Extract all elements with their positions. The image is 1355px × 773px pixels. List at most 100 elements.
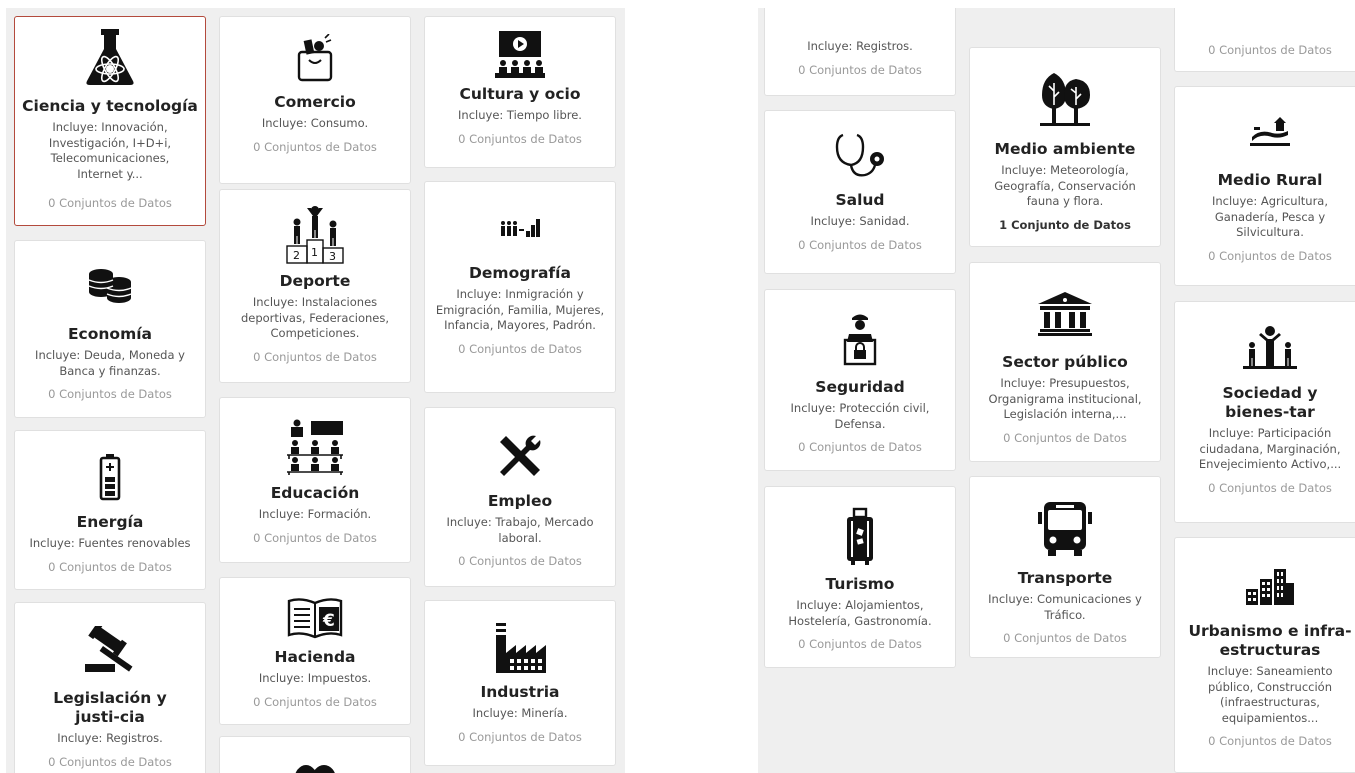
- svg-text:3: 3: [329, 250, 336, 263]
- card-description: Incluye: Presupuestos, Organigrama insti…: [988, 376, 1142, 421]
- card-description: Incluye: Inmigración y Emigración, Famil…: [435, 287, 605, 332]
- tools-icon: [425, 408, 615, 492]
- card-description: Incluye: Trabajo, Mercado laboral.: [446, 515, 594, 545]
- dataset-count: 0 Conjuntos de Datos: [253, 530, 377, 545]
- card-title: Hacienda: [274, 648, 356, 666]
- svg-text:1: 1: [311, 246, 318, 259]
- card-description: Incluye: Registros.: [807, 39, 913, 53]
- card-description: Incluye: Tiempo libre.: [458, 108, 582, 122]
- card-title: Economía: [67, 325, 153, 343]
- card-description: Incluye: Instalaciones deportivas, Feder…: [240, 295, 390, 340]
- trees-icon: [220, 737, 410, 773]
- card-ciencia-y-tecnologia[interactable]: Ciencia y tecnología Incluye: Innovación…: [14, 16, 206, 226]
- stethoscope-icon: [765, 111, 955, 191]
- card-energia[interactable]: Energía Incluye: Fuentes renovables 0 Co…: [14, 430, 206, 590]
- card-transporte[interactable]: Transporte Incluye: Comunicaciones y Trá…: [969, 476, 1161, 658]
- dataset-count: 0 Conjuntos de Datos: [1208, 43, 1332, 57]
- card-sector-publico[interactable]: Sector público Incluye: Presupuestos, Or…: [969, 262, 1161, 462]
- card-title: Medio Rural: [1217, 171, 1323, 189]
- card-demografia[interactable]: Demografía Incluye: Inmigración y Emigra…: [424, 181, 616, 393]
- card-legislacion-partial[interactable]: Incluye: Registros. 0 Conjuntos de Datos: [764, 8, 956, 96]
- dataset-count: 0 Conjuntos de Datos: [798, 637, 922, 651]
- euro-book-icon: €: [220, 578, 410, 648]
- dataset-count: 0 Conjuntos de Datos: [798, 440, 922, 454]
- card-title: Energía: [76, 513, 144, 531]
- category-grid-right: Incluye: Registros. 0 Conjuntos de Datos…: [758, 8, 1355, 773]
- cinema-icon: [425, 17, 615, 85]
- card-legislacion-y-justicia[interactable]: Legislación y justi-cia Incluye: Registr…: [14, 602, 206, 773]
- farm-icon: [1175, 87, 1355, 171]
- gavel-icon: [15, 603, 205, 689]
- dataset-count: 0 Conjuntos de Datos: [253, 349, 377, 364]
- svg-text:2: 2: [293, 249, 300, 262]
- card-economia[interactable]: Economía Incluye: Deuda, Moneda y Banca …: [14, 240, 206, 418]
- classroom-icon: [220, 398, 410, 484]
- svg-text:€: €: [322, 611, 335, 631]
- card-medio-ambiente-partial[interactable]: [219, 736, 411, 773]
- dataset-count: 0 Conjuntos de Datos: [798, 62, 922, 77]
- card-description: Incluye: Fuentes renovables: [29, 536, 191, 550]
- battery-icon: [15, 431, 205, 513]
- card-medio-rural[interactable]: Medio Rural Incluye: Agricultura, Ganade…: [1174, 86, 1355, 286]
- card-urbanismo-e-infraestructuras[interactable]: Urbanismo e infra-estructuras Incluye: S…: [1174, 537, 1355, 773]
- dataset-count: 0 Conjuntos de Datos: [48, 559, 172, 574]
- card-empleo[interactable]: Empleo Incluye: Trabajo, Mercado laboral…: [424, 407, 616, 587]
- card-seguridad[interactable]: Seguridad Incluye: Protección civil, Def…: [764, 289, 956, 471]
- dataset-count: 0 Conjuntos de Datos: [458, 341, 582, 356]
- card-deporte[interactable]: 213 Deporte Incluye: Instalaciones depor…: [219, 189, 411, 383]
- population-chart-icon: [425, 182, 615, 264]
- card-description: Incluye: Consumo.: [261, 116, 369, 130]
- trees-icon: [970, 48, 1160, 140]
- card-cultura-y-ocio[interactable]: Cultura y ocio Incluye: Tiempo libre. 0 …: [424, 16, 616, 168]
- dataset-count: 0 Conjuntos de Datos: [1003, 631, 1127, 645]
- dataset-count: 0 Conjuntos de Datos: [1208, 248, 1332, 263]
- card-description: Incluye: Protección civil, Defensa.: [790, 401, 930, 431]
- card-title: Legislación y justi-cia: [53, 689, 167, 726]
- city-buildings-icon: [1175, 538, 1355, 622]
- card-description: Incluye: Sanidad.: [810, 214, 910, 228]
- dataset-count: 0 Conjuntos de Datos: [253, 694, 377, 709]
- dataset-count: 0 Conjuntos de Datos: [458, 729, 582, 744]
- family-icon: [1175, 302, 1355, 384]
- card-description: Incluye: Saneamiento público, Construcci…: [1207, 664, 1333, 725]
- card-description: Incluye: Participación ciudadana, Margin…: [1198, 426, 1342, 471]
- card-title: Comercio: [274, 93, 356, 111]
- card-partial-top[interactable]: 0 Conjuntos de Datos: [1174, 8, 1355, 72]
- card-title: Medio ambiente: [994, 140, 1136, 158]
- dataset-count: 0 Conjuntos de Datos: [48, 196, 172, 210]
- card-turismo[interactable]: Turismo Incluye: Alojamientos, Hostelerí…: [764, 486, 956, 668]
- card-description: Incluye: Innovación, Investigación, I+D+…: [48, 120, 172, 181]
- dataset-count: 0 Conjuntos de Datos: [1208, 480, 1332, 495]
- card-description: Incluye: Alojamientos, Hostelería, Gastr…: [788, 598, 932, 628]
- card-description: Incluye: Minería.: [472, 706, 568, 720]
- card-title: Transporte: [1017, 569, 1113, 587]
- category-grid-left: Ciencia y tecnología Incluye: Innovación…: [6, 8, 625, 773]
- dataset-count: 1 Conjunto de Datos: [999, 217, 1131, 232]
- card-title: Seguridad: [815, 378, 905, 396]
- card-educacion[interactable]: Educación Incluye: Formación. 0 Conjunto…: [219, 397, 411, 563]
- dataset-count: 0 Conjuntos de Datos: [1208, 734, 1332, 748]
- card-salud[interactable]: Salud Incluye: Sanidad. 0 Conjuntos de D…: [764, 110, 956, 274]
- card-description: Incluye: Registros.: [57, 731, 163, 745]
- card-description: Incluye: Formación.: [258, 507, 372, 521]
- dataset-count: 0 Conjuntos de Datos: [253, 139, 377, 154]
- card-title: Demografía: [469, 264, 571, 282]
- card-medio-ambiente[interactable]: Medio ambiente Incluye: Meteorología, Ge…: [969, 47, 1161, 247]
- government-building-icon: [970, 263, 1160, 353]
- card-title: Turismo: [825, 575, 895, 593]
- card-title: Empleo: [487, 492, 553, 510]
- card-title: Ciencia y tecnología: [22, 97, 198, 115]
- shopping-bag-icon: [220, 17, 410, 93]
- card-industria[interactable]: Industria Incluye: Minería. 0 Conjuntos …: [424, 600, 616, 766]
- dataset-count: 0 Conjuntos de Datos: [458, 131, 582, 146]
- suitcase-icon: [765, 487, 955, 575]
- dataset-count: 0 Conjuntos de Datos: [1003, 430, 1127, 445]
- card-description: Incluye: Comunicaciones y Tráfico.: [988, 592, 1142, 622]
- card-title: Deporte: [279, 272, 351, 290]
- card-sociedad-y-bienestar[interactable]: Sociedad y bienes-tar Incluye: Participa…: [1174, 301, 1355, 523]
- card-hacienda[interactable]: € Hacienda Incluye: Impuestos. 0 Conjunt…: [219, 577, 411, 725]
- podium-icon: 213: [220, 190, 410, 272]
- dataset-count: 0 Conjuntos de Datos: [798, 237, 922, 252]
- card-comercio[interactable]: Comercio Incluye: Consumo. 0 Conjuntos d…: [219, 16, 411, 184]
- card-title: Educación: [270, 484, 360, 502]
